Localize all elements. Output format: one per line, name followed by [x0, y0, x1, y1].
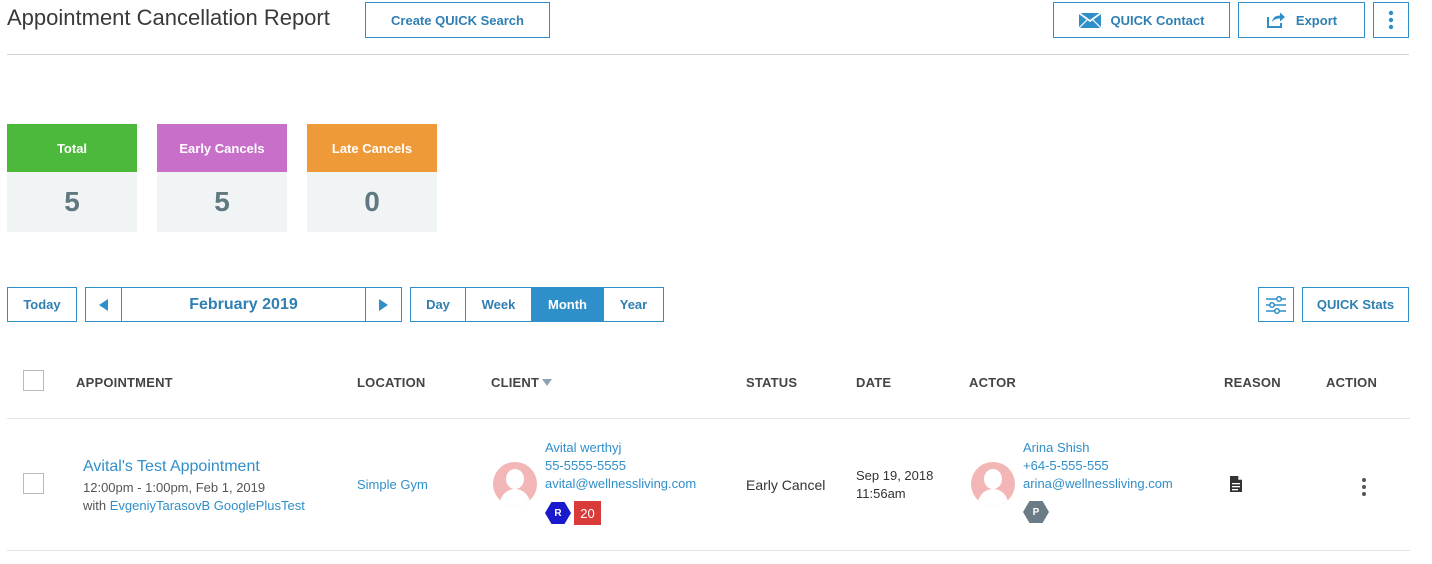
stat-label: Total: [7, 124, 137, 172]
view-year-button[interactable]: Year: [604, 288, 663, 321]
person-body-shape: [978, 489, 1008, 506]
caret-left-icon: [99, 298, 108, 311]
client-type-badge: R: [545, 502, 571, 524]
quick-contact-button[interactable]: QUICK Contact: [1053, 2, 1230, 38]
stat-value: 5: [157, 172, 287, 232]
current-period-label[interactable]: February 2019: [122, 288, 365, 321]
today-button[interactable]: Today: [7, 287, 77, 322]
stat-card-late-cancels: Late Cancels 0: [307, 124, 437, 232]
person-head-shape: [984, 469, 1002, 489]
actor-email-link[interactable]: arina@wellnessliving.com: [1023, 476, 1173, 491]
caret-right-icon: [379, 298, 388, 311]
column-header-client-label: CLIENT: [491, 375, 540, 390]
actor-type-badge: P: [1023, 501, 1049, 523]
column-header-date[interactable]: DATE: [856, 375, 891, 390]
period-navigator: February 2019: [85, 287, 402, 322]
view-switcher: Day Week Month Year: [410, 287, 664, 322]
filter-settings-button[interactable]: [1258, 287, 1294, 322]
today-label: Today: [23, 297, 61, 312]
envelope-icon: [1078, 12, 1101, 28]
view-month-button[interactable]: Month: [532, 288, 604, 321]
stat-label: Early Cancels: [157, 124, 287, 172]
column-header-action: ACTION: [1326, 375, 1378, 390]
view-week-button[interactable]: Week: [466, 288, 532, 321]
client-email-link[interactable]: avital@wellnessliving.com: [545, 476, 696, 491]
quick-stats-button[interactable]: QUICK Stats: [1302, 287, 1409, 322]
status-text: Early Cancel: [746, 477, 826, 493]
date-line-1: Sep 19, 2018: [856, 468, 934, 483]
export-label: Export: [1295, 12, 1338, 28]
column-header-actor[interactable]: ACTOR: [969, 375, 1016, 390]
client-avatar[interactable]: [493, 462, 537, 506]
stat-value: 0: [307, 172, 437, 232]
export-button[interactable]: Export: [1238, 2, 1365, 38]
person-body-shape: [500, 489, 530, 506]
date-line-2: 11:56am: [856, 486, 906, 501]
page-title: Appointment Cancellation Report: [7, 5, 330, 30]
actor-name-link[interactable]: Arina Shish: [1023, 440, 1089, 455]
reason-note-button[interactable]: [1229, 476, 1243, 497]
view-day-button[interactable]: Day: [411, 288, 466, 321]
table-header-divider: [7, 418, 1410, 419]
row-checkbox[interactable]: [23, 473, 44, 494]
location-link[interactable]: Simple Gym: [357, 477, 428, 492]
quick-contact-label: QUICK Contact: [1110, 12, 1205, 28]
appointment-title-link[interactable]: Avital's Test Appointment: [83, 458, 260, 476]
column-header-status[interactable]: STATUS: [746, 375, 797, 390]
with-prefix: with: [83, 498, 107, 513]
sort-down-icon: [542, 379, 553, 386]
client-phone-link[interactable]: 55-5555-5555: [545, 458, 626, 473]
row-action-menu-button[interactable]: [1358, 477, 1370, 499]
sliders-icon: [1266, 295, 1286, 314]
create-quick-search-label: Create QUICK Search: [391, 12, 524, 28]
actor-avatar[interactable]: [971, 462, 1015, 506]
actor-phone-link[interactable]: +64-5-555-555: [1023, 458, 1109, 473]
appointment-with: with EvgeniyTarasovB GooglePlusTest: [83, 498, 305, 513]
client-visit-count-badge: 20: [574, 501, 601, 525]
table-row-divider: [7, 550, 1410, 551]
column-header-location[interactable]: LOCATION: [357, 375, 426, 390]
staff-name-link[interactable]: EvgeniyTarasovB GooglePlusTest: [110, 498, 305, 513]
person-head-shape: [506, 469, 524, 489]
header-divider: [7, 54, 1409, 55]
kebab-menu-icon: [1362, 478, 1366, 496]
quick-stats-label: QUICK Stats: [1316, 297, 1395, 312]
column-header-appointment[interactable]: APPOINTMENT: [76, 375, 173, 390]
stat-card-total: Total 5: [7, 124, 137, 232]
select-all-checkbox[interactable]: [23, 370, 44, 391]
next-period-button[interactable]: [365, 288, 401, 321]
document-icon: [1230, 476, 1242, 492]
appointment-time: 12:00pm - 1:00pm, Feb 1, 2019: [83, 480, 266, 495]
kebab-menu-icon: [1388, 10, 1394, 30]
previous-period-button[interactable]: [86, 288, 122, 321]
create-quick-search-button[interactable]: Create QUICK Search: [365, 2, 550, 38]
stat-card-early-cancels: Early Cancels 5: [157, 124, 287, 232]
client-name-link[interactable]: Avital werthyj: [545, 440, 621, 455]
stat-value: 5: [7, 172, 137, 232]
column-header-client[interactable]: CLIENT: [491, 375, 553, 390]
share-icon: [1266, 12, 1285, 28]
stat-label: Late Cancels: [307, 124, 437, 172]
more-options-button[interactable]: [1373, 2, 1409, 38]
column-header-reason[interactable]: REASON: [1224, 375, 1281, 390]
